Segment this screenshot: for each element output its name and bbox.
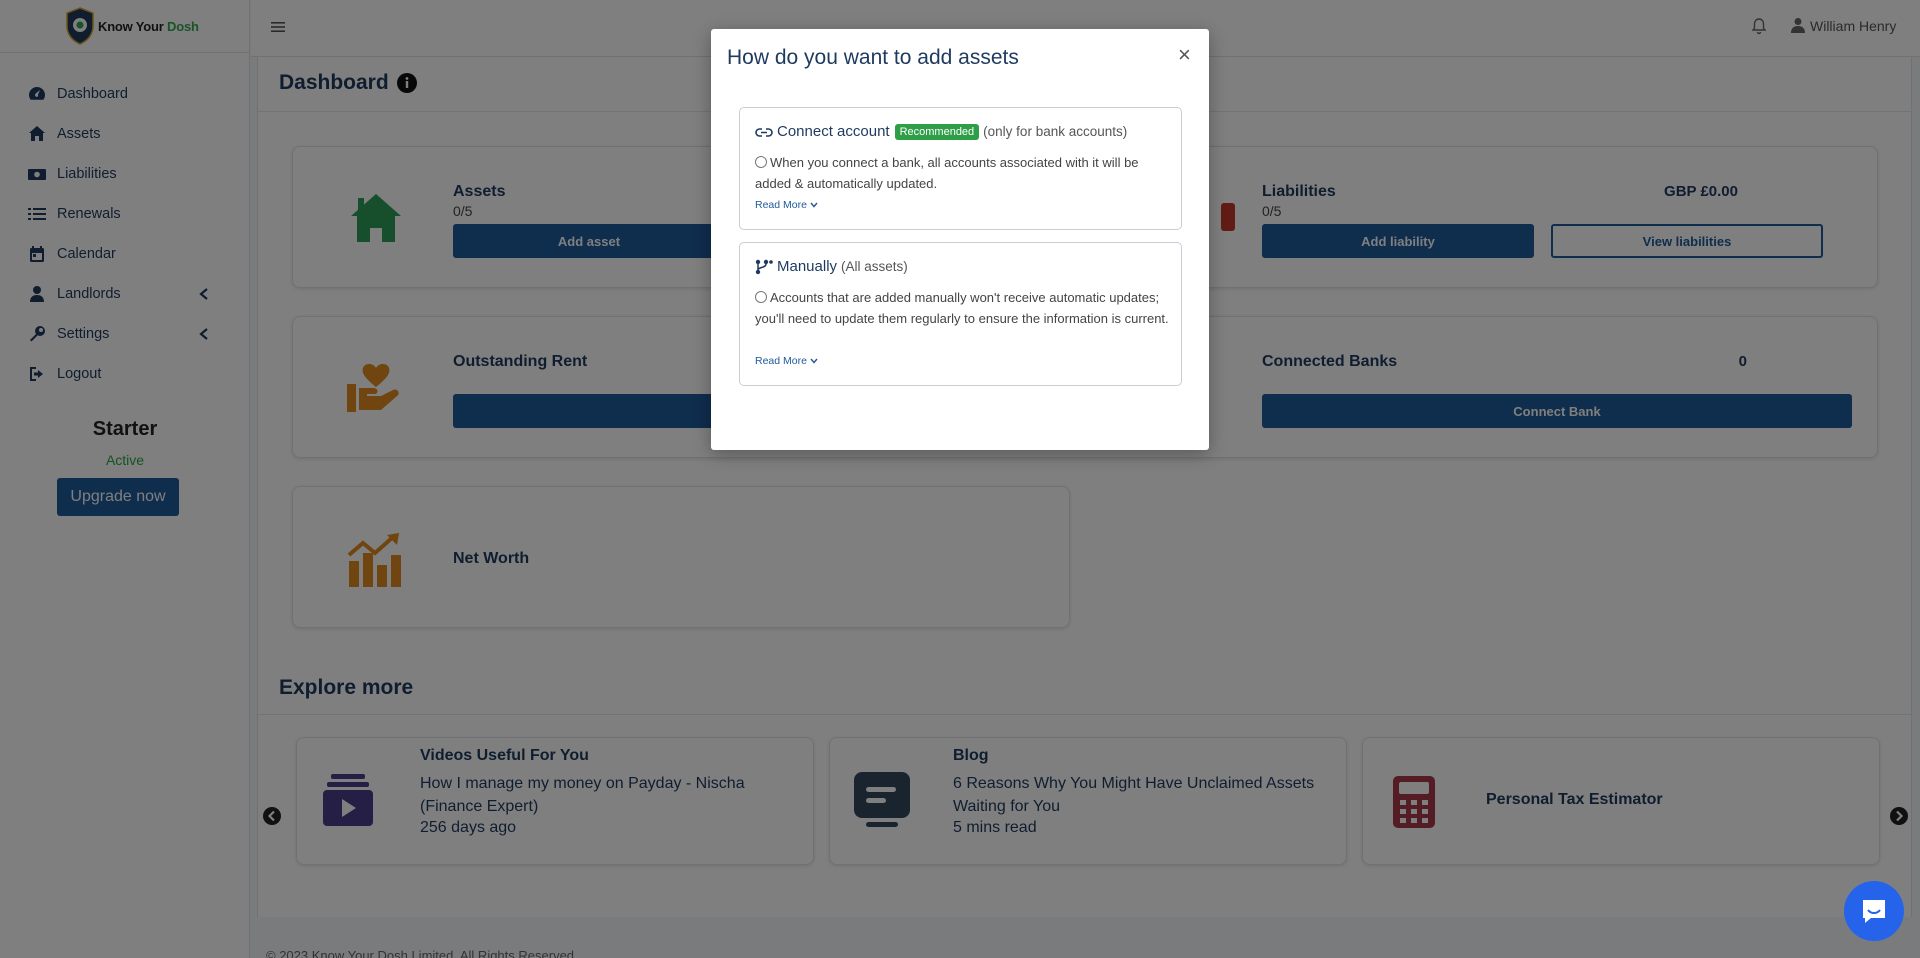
read-more-link[interactable]: Read More (755, 199, 818, 211)
chevron-down-icon (810, 202, 818, 208)
option-description: Accounts that are added manually won't r… (755, 287, 1175, 329)
add-assets-modal: How do you want to add assets × Connect … (711, 29, 1209, 450)
option-description: When you connect a bank, all accounts as… (755, 152, 1175, 194)
modal-close-button[interactable]: × (1178, 44, 1191, 66)
manual-radio[interactable] (755, 291, 767, 303)
option-note: (All assets) (841, 259, 908, 274)
read-more-link[interactable]: Read More (755, 355, 818, 367)
link-icon (755, 127, 773, 137)
option-header: Manually (All assets) (755, 258, 908, 275)
option-note: (only for bank accounts) (983, 124, 1128, 139)
recommended-badge: Recommended (894, 123, 980, 140)
chat-widget-button[interactable] (1844, 881, 1904, 941)
connect-account-radio[interactable] (755, 156, 767, 168)
chat-bubble-icon (1863, 900, 1885, 923)
option-desc-text: Accounts that are added manually won't r… (755, 290, 1169, 326)
option-title: Connect account (777, 123, 890, 140)
modal-title: How do you want to add assets (727, 46, 1019, 69)
option-header: Connect account Recommended (only for ba… (755, 123, 1127, 140)
manual-option[interactable]: Manually (All assets) Accounts that are … (739, 242, 1182, 386)
connect-account-option[interactable]: Connect account Recommended (only for ba… (739, 107, 1182, 230)
option-title: Manually (777, 258, 838, 275)
option-desc-text: When you connect a bank, all accounts as… (755, 155, 1139, 191)
git-branch-icon (755, 259, 773, 274)
chevron-down-icon (810, 358, 818, 364)
